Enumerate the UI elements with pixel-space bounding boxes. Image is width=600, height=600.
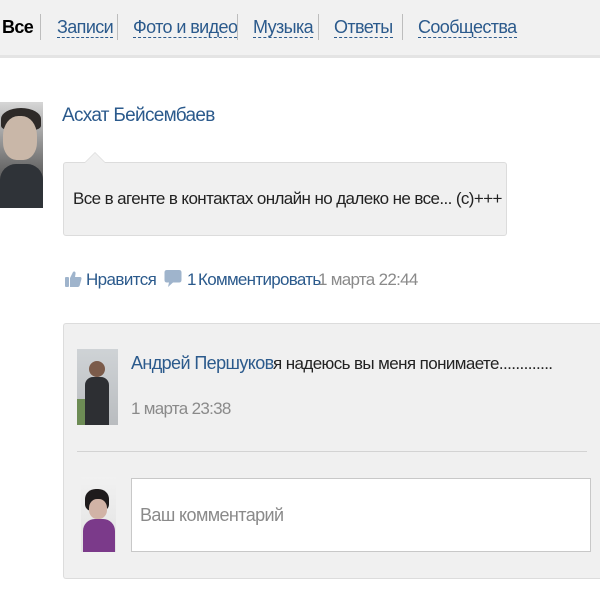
post-text: Все в агенте в контактах онлайн но далек…	[73, 189, 502, 208]
commenter-avatar[interactable]	[77, 349, 118, 425]
current-user-avatar[interactable]	[81, 477, 116, 552]
comment-author-link[interactable]: Андрей Першуков	[131, 353, 274, 374]
tab-separator	[237, 14, 238, 40]
speech-bubble-icon[interactable]	[164, 269, 182, 288]
thumbs-up-icon[interactable]	[64, 270, 82, 288]
author-avatar[interactable]	[0, 102, 43, 208]
avatar-head	[89, 361, 105, 377]
comment-count[interactable]: 1	[187, 270, 196, 290]
avatar-face	[3, 116, 37, 160]
post-date[interactable]: 1 марта 22:44	[318, 270, 418, 290]
post-author-link[interactable]: Асхат Бейсембаев	[62, 105, 215, 127]
comment-divider	[77, 451, 587, 452]
comment-date[interactable]: 1 марта 23:38	[131, 399, 231, 419]
tab-separator	[402, 14, 403, 40]
tab-separator	[40, 14, 41, 40]
comment-button[interactable]: Комментировать	[198, 270, 321, 290]
comment-text: я надеюсь вы меня понимаете.............	[273, 354, 553, 373]
filter-tabs: Все Записи Фото и видео Музыка Ответы Со…	[0, 0, 600, 58]
post-bubble: Все в агенте в контактах онлайн но далек…	[63, 152, 507, 236]
tab-photo-video[interactable]: Фото и видео	[133, 17, 238, 38]
tab-communities[interactable]: Сообщества	[418, 17, 517, 38]
tab-music[interactable]: Музыка	[253, 17, 314, 38]
tab-all[interactable]: Все	[2, 17, 34, 37]
tab-separator	[117, 14, 118, 40]
avatar-body	[0, 164, 43, 208]
tab-posts[interactable]: Записи	[57, 17, 114, 38]
avatar-body	[85, 377, 109, 425]
tab-answers[interactable]: Ответы	[334, 17, 393, 38]
comment-input[interactable]	[131, 478, 591, 552]
tab-separator	[318, 14, 319, 40]
avatar-clothing	[83, 519, 115, 552]
like-button[interactable]: Нравится	[86, 270, 157, 290]
avatar-face	[89, 499, 107, 519]
